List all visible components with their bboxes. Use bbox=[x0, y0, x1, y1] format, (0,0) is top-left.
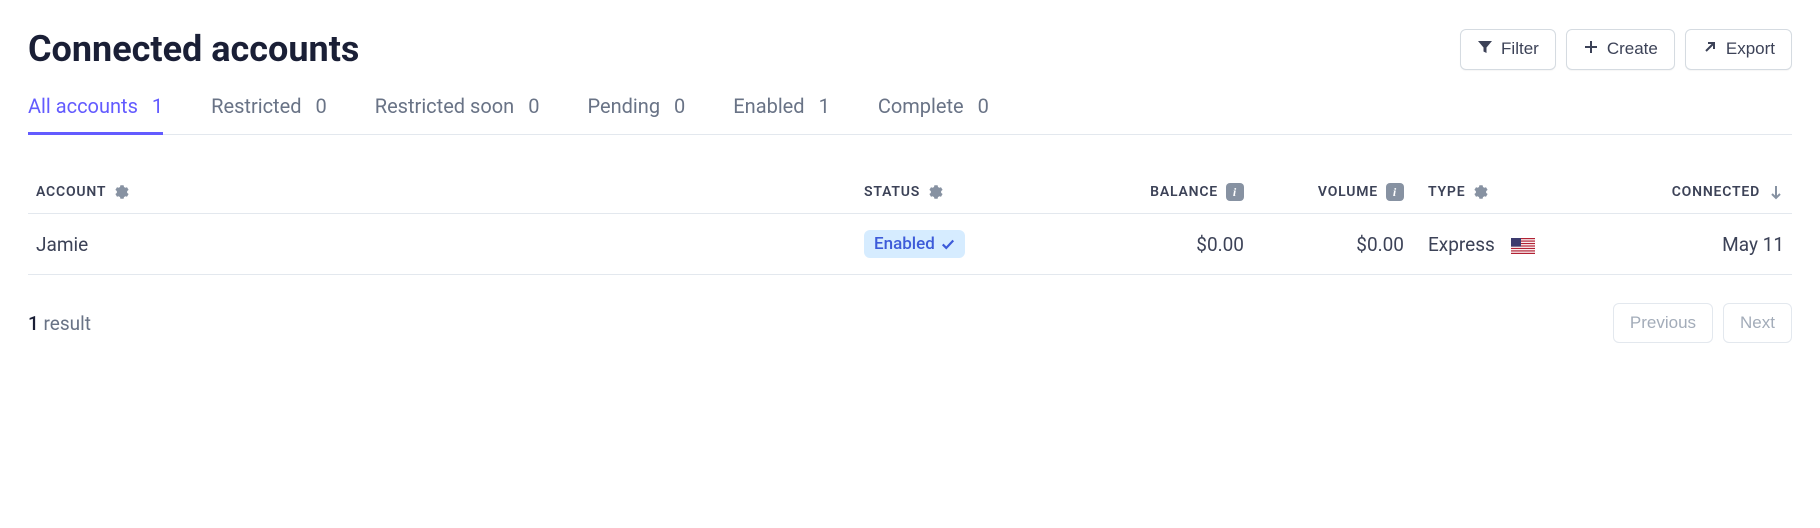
result-count: 1 result bbox=[28, 312, 91, 335]
arrow-down-icon bbox=[1768, 184, 1784, 200]
cell-status: Enabled bbox=[864, 230, 1064, 258]
tab-label: Enabled bbox=[733, 94, 804, 118]
tab-count: 0 bbox=[316, 94, 327, 118]
tab-pending[interactable]: Pending 0 bbox=[587, 94, 685, 135]
info-icon: i bbox=[1386, 183, 1404, 201]
cell-balance: $0.00 bbox=[1064, 233, 1244, 256]
table-header: ACCOUNT STATUS BALANCE i VOLUME i TYPE bbox=[28, 171, 1792, 214]
cell-connected: May 11 bbox=[1584, 233, 1784, 256]
column-label: BALANCE bbox=[1150, 184, 1218, 200]
cell-volume: $0.00 bbox=[1244, 233, 1404, 256]
header-actions: Filter Create Export bbox=[1460, 29, 1792, 70]
table-footer: 1 result Previous Next bbox=[28, 303, 1792, 343]
flag-us-icon bbox=[1511, 236, 1535, 252]
column-label: STATUS bbox=[864, 184, 920, 200]
column-type[interactable]: TYPE bbox=[1404, 184, 1584, 200]
column-connected[interactable]: CONNECTED bbox=[1584, 184, 1784, 200]
cell-account: Jamie bbox=[36, 233, 864, 256]
column-label: ACCOUNT bbox=[36, 184, 106, 200]
tab-restricted[interactable]: Restricted 0 bbox=[211, 94, 327, 135]
tab-label: Pending bbox=[587, 94, 660, 118]
tab-count: 0 bbox=[528, 94, 539, 118]
column-label: CONNECTED bbox=[1672, 184, 1760, 200]
tab-label: All accounts bbox=[28, 94, 138, 118]
tab-restricted-soon[interactable]: Restricted soon 0 bbox=[375, 94, 540, 135]
cell-type: Express bbox=[1404, 233, 1584, 256]
filter-label: Filter bbox=[1501, 39, 1539, 59]
filter-icon bbox=[1477, 39, 1493, 60]
next-button[interactable]: Next bbox=[1723, 303, 1792, 343]
plus-icon bbox=[1583, 39, 1599, 60]
export-button[interactable]: Export bbox=[1685, 29, 1792, 70]
info-icon: i bbox=[1226, 183, 1244, 201]
pagination: Previous Next bbox=[1613, 303, 1792, 343]
tab-label: Complete bbox=[878, 94, 964, 118]
tab-all-accounts[interactable]: All accounts 1 bbox=[28, 94, 163, 135]
tab-label: Restricted bbox=[211, 94, 301, 118]
create-button[interactable]: Create bbox=[1566, 29, 1675, 70]
create-label: Create bbox=[1607, 39, 1658, 59]
tab-enabled[interactable]: Enabled 1 bbox=[733, 94, 830, 135]
column-balance[interactable]: BALANCE i bbox=[1064, 183, 1244, 201]
arrow-up-right-icon bbox=[1702, 39, 1718, 60]
column-label: VOLUME bbox=[1318, 184, 1378, 200]
tabs: All accounts 1 Restricted 0 Restricted s… bbox=[28, 94, 1792, 135]
gear-icon bbox=[114, 184, 130, 200]
tab-count: 1 bbox=[152, 94, 163, 118]
export-label: Export bbox=[1726, 39, 1775, 59]
tab-complete[interactable]: Complete 0 bbox=[878, 94, 989, 135]
check-icon bbox=[941, 237, 955, 251]
filter-button[interactable]: Filter bbox=[1460, 29, 1556, 70]
tab-label: Restricted soon bbox=[375, 94, 514, 118]
gear-icon bbox=[1473, 184, 1489, 200]
tab-count: 0 bbox=[674, 94, 685, 118]
gear-icon bbox=[928, 184, 944, 200]
column-status[interactable]: STATUS bbox=[864, 184, 1064, 200]
accounts-table: ACCOUNT STATUS BALANCE i VOLUME i TYPE bbox=[28, 171, 1792, 275]
page-header: Connected accounts Filter Create Export bbox=[28, 28, 1792, 70]
column-account[interactable]: ACCOUNT bbox=[36, 184, 864, 200]
column-label: TYPE bbox=[1428, 184, 1465, 200]
column-volume[interactable]: VOLUME i bbox=[1244, 183, 1404, 201]
type-label: Express bbox=[1428, 233, 1495, 256]
status-badge: Enabled bbox=[864, 230, 965, 258]
tab-count: 1 bbox=[819, 94, 830, 118]
result-label: result bbox=[39, 312, 91, 335]
tab-count: 0 bbox=[978, 94, 989, 118]
result-number: 1 bbox=[28, 312, 39, 335]
table-row[interactable]: Jamie Enabled $0.00 $0.00 Express bbox=[28, 214, 1792, 275]
page-title: Connected accounts bbox=[28, 28, 359, 70]
previous-button[interactable]: Previous bbox=[1613, 303, 1713, 343]
status-label: Enabled bbox=[874, 234, 935, 254]
